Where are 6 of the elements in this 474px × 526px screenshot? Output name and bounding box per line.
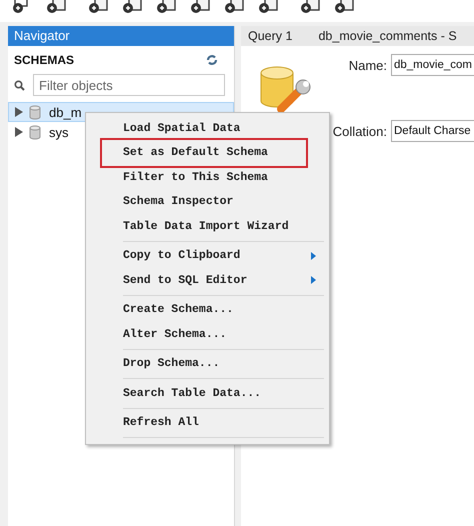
section-title: SCHEMAS [14,53,74,67]
field-label: Name: [348,58,387,72]
schema-name: sys [49,124,68,140]
field-label: Collation: [332,124,387,138]
schema-name: db_m [49,104,82,120]
panel-title: Navigator [14,28,70,43]
